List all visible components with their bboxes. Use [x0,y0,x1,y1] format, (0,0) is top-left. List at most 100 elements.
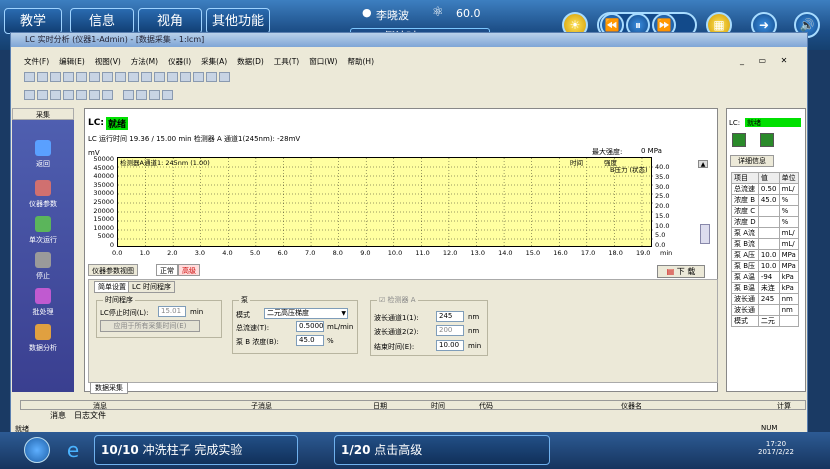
user-icon: ● [362,6,372,19]
wl1-field[interactable]: 245 [436,311,464,322]
help-icon[interactable] [167,72,178,82]
menu-data[interactable]: 数据(D) [237,57,264,66]
x-tick: 5.0 [249,249,261,257]
tab-other[interactable]: 其他功能 [206,8,270,34]
conc-field[interactable]: 45.0 [296,335,324,346]
t2d-icon[interactable] [63,90,74,100]
end-time-field[interactable]: 10.00 [436,340,464,351]
t2b-icon[interactable] [37,90,48,100]
save-icon[interactable] [50,72,61,82]
task-click-advanced[interactable]: 1/20 点击高级 [334,435,550,465]
tab-view[interactable]: 视角 [138,8,202,34]
t2f-icon[interactable] [89,90,100,100]
flow-field[interactable]: 0.5000 [296,321,324,332]
t2e-icon[interactable] [76,90,87,100]
chromatogram-plot[interactable] [117,157,653,248]
nav-instrument-params[interactable]: 仪器参数 [12,180,74,209]
t2c-icon[interactable] [50,90,61,100]
tab-normal[interactable]: 正常 [156,264,178,276]
tool3-icon[interactable] [180,72,191,82]
stop-time-unit: min [190,308,204,316]
tab-info[interactable]: 信息 [70,8,134,34]
x-tick: 14.0 [498,249,513,257]
t2h-icon[interactable] [123,90,134,100]
tab-advanced[interactable]: 高级 [178,264,200,276]
nav-data-analysis[interactable]: 数据分析 [12,324,74,353]
nav-batch[interactable]: 批处理 [12,288,74,317]
detector-checkbox[interactable]: ☑ [379,296,385,304]
tab-logfile[interactable]: 日志文件 [74,410,106,421]
layout3-icon[interactable] [141,72,152,82]
layout-icon[interactable] [115,72,126,82]
layout4-icon[interactable] [154,72,165,82]
tool2-icon[interactable] [102,72,113,82]
x-tick: 4.0 [222,249,233,257]
tool4-icon[interactable] [193,72,204,82]
tab-teach[interactable]: 教学 [4,8,62,34]
window-controls[interactable]: _ ▭ ✕ [740,56,793,65]
score-icon: ⚛ [432,5,444,20]
tab-messages[interactable]: 消息 [50,410,66,421]
tab-data-acquisition[interactable]: 数据采集 [90,382,128,394]
right-tick: 0.0 [655,241,666,249]
menu-method[interactable]: 方法(M) [131,57,158,66]
nav-single-run[interactable]: 单次运行 [12,216,74,245]
ie-icon[interactable]: e [60,437,86,463]
y-tick: 45000 [93,163,114,172]
x-tick: 18.0 [608,249,623,257]
x-tick: 16.0 [553,249,568,257]
batch-icon [35,288,51,304]
t2i-icon[interactable] [136,90,147,100]
layout2-icon[interactable] [128,72,139,82]
x-tick: 12.0 [442,249,458,257]
print-icon[interactable] [63,72,74,82]
nav-stop[interactable]: 停止 [12,252,74,281]
t2k-icon[interactable] [162,90,173,100]
nav-back[interactable]: 返回 [12,140,74,169]
y-tick: 0 [109,241,114,249]
status-row: 浓度 B 45.0% [731,194,800,206]
subtab-simple[interactable]: 简单设置 [94,281,130,293]
open-icon[interactable] [37,72,48,82]
menu-tools[interactable]: 工具(T) [274,57,299,66]
right-tick: 35.0 [655,172,670,181]
task-rinse-column[interactable]: 10/10 冲洗柱子 完成实验 [94,435,298,465]
tool6-icon[interactable] [219,72,230,82]
scroll-up-icon[interactable]: ▲ [698,160,708,168]
menu-file[interactable]: 文件(F) [24,57,49,66]
tool-icon[interactable] [89,72,100,82]
new-icon[interactable] [24,72,35,82]
message-header: 消息 子消息 日期 时间 代码 仪器名 计算 [20,400,806,410]
menu-help[interactable]: 帮助(H) [348,57,375,66]
menu-view[interactable]: 视图(V) [95,57,121,66]
tab-instrument-view[interactable]: 仪器参数视图 [88,264,138,276]
menu-edit[interactable]: 编辑(E) [59,57,85,66]
subtab-timeprog[interactable]: LC 时间程序 [128,281,176,293]
x-tick: 9.0 [360,249,371,257]
t2a-icon[interactable] [24,90,35,100]
download-button[interactable]: ▤ 下 载 [657,265,705,278]
t2g-icon[interactable] [102,90,113,100]
menu-window[interactable]: 窗口(W) [309,57,337,66]
menu-bar: 文件(F) 编辑(E) 视图(V) 方法(M) 仪器(I) 采集(A) 数据(D) 工具(T)… [24,56,444,67]
conc-unit: % [327,337,334,345]
zoom-icon[interactable] [700,224,710,244]
preview-icon[interactable] [76,72,87,82]
start-icon[interactable] [24,437,50,463]
x-tick: 8.0 [332,249,343,257]
right-status: 就绪 [745,118,801,127]
x-tick: 7.0 [305,249,316,257]
detail-button[interactable]: 详细信息 [730,155,774,167]
monitor2-icon[interactable] [760,133,774,147]
tool5-icon[interactable] [206,72,217,82]
menu-instrument[interactable]: 仪器(I) [168,57,191,66]
score: 60.0 [456,7,481,20]
stop-time-field[interactable]: 15.01 [158,306,186,317]
wl2-field[interactable]: 200 [436,325,464,336]
t2j-icon[interactable] [149,90,160,100]
monitor-icon[interactable] [732,133,746,147]
y-tick: 30000 [93,189,114,198]
mode-select[interactable]: 二元高压梯度 ▼ [264,308,348,319]
menu-acquire[interactable]: 采集(A) [201,57,227,66]
apply-all-button[interactable]: 应用于所有采集时间(E) [100,320,200,332]
